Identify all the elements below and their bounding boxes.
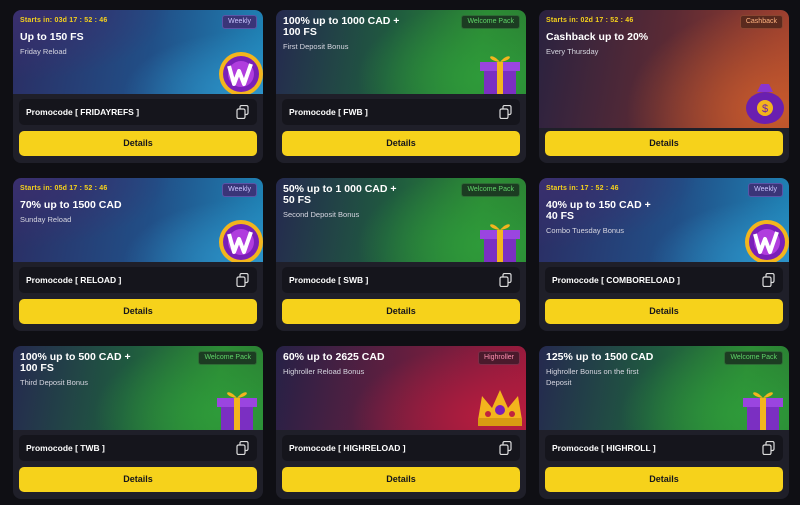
promocode-text: Promocode [ FRIDAYREFS ] bbox=[26, 107, 140, 117]
copy-icon[interactable] bbox=[762, 441, 775, 455]
promocode-text: Promocode [ SWB ] bbox=[289, 275, 369, 285]
wheel-icon bbox=[219, 52, 263, 94]
gift-icon bbox=[743, 392, 783, 430]
bonus-title: Up to 150 FS bbox=[20, 31, 84, 43]
details-button[interactable]: Details bbox=[545, 299, 783, 324]
countdown-timer: Starts in: 03d 17 : 52 : 46 bbox=[20, 17, 108, 24]
bonus-grid: Starts in: 03d 17 : 52 : 46 Weekly Up to… bbox=[0, 0, 800, 505]
bonus-title-line2: 40 FS bbox=[546, 210, 575, 222]
promocode-text: Promocode [ HIGHROLL ] bbox=[552, 443, 656, 453]
bonus-title: 60% up to 2625 CAD bbox=[283, 351, 385, 363]
bonus-card: Welcome Pack 100% up to 500 CAD + 100 FS… bbox=[13, 346, 263, 499]
category-badge: Weekly bbox=[222, 183, 257, 197]
promocode-text: Promocode [ HIGHRELOAD ] bbox=[289, 443, 406, 453]
details-button[interactable]: Details bbox=[19, 131, 257, 156]
bonus-card: Welcome Pack 100% up to 1000 CAD + 100 F… bbox=[276, 10, 526, 163]
promocode-text: Promocode [ RELOAD ] bbox=[26, 275, 122, 285]
bonus-card: Welcome Pack 50% up to 1 000 CAD + 50 FS… bbox=[276, 178, 526, 331]
copy-icon[interactable] bbox=[236, 273, 249, 287]
category-badge: Weekly bbox=[222, 15, 257, 29]
bonus-subtitle: Second Deposit Bonus bbox=[283, 210, 360, 219]
countdown-timer: Starts in: 02d 17 : 52 : 46 bbox=[546, 17, 634, 24]
svg-text:$: $ bbox=[762, 103, 768, 115]
details-button[interactable]: Details bbox=[545, 467, 783, 492]
bonus-subtitle: Combo Tuesday Bonus bbox=[546, 226, 624, 235]
details-button[interactable]: Details bbox=[282, 131, 520, 156]
bonus-subtitle: Highroller Reload Bonus bbox=[283, 367, 365, 376]
details-button[interactable]: Details bbox=[282, 467, 520, 492]
category-badge: Weekly bbox=[748, 183, 783, 197]
promocode-row[interactable]: Promocode [ HIGHROLL ] bbox=[545, 435, 783, 461]
card-banner: Highroller 60% up to 2625 CAD Highroller… bbox=[276, 346, 526, 430]
card-banner: Welcome Pack 100% up to 1000 CAD + 100 F… bbox=[276, 10, 526, 94]
card-banner: Welcome Pack 50% up to 1 000 CAD + 50 FS… bbox=[276, 178, 526, 262]
money-bag-icon: $ bbox=[746, 84, 784, 124]
details-button[interactable]: Details bbox=[545, 131, 783, 156]
countdown-timer: Starts in: 05d 17 : 52 : 46 bbox=[20, 185, 108, 192]
bonus-subtitle: Highroller Bonus on the first bbox=[546, 367, 639, 376]
promocode-text: Promocode [ TWB ] bbox=[26, 443, 105, 453]
promocode-row[interactable]: Promocode [ FRIDAYREFS ] bbox=[19, 99, 257, 125]
promocode-row[interactable]: Promocode [ SWB ] bbox=[282, 267, 520, 293]
category-badge: Welcome Pack bbox=[198, 351, 257, 365]
card-banner: Starts in: 05d 17 : 52 : 46 Weekly 70% u… bbox=[13, 178, 263, 262]
details-button[interactable]: Details bbox=[19, 467, 257, 492]
details-button[interactable]: Details bbox=[19, 299, 257, 324]
bonus-card: Starts in: 03d 17 : 52 : 46 Weekly Up to… bbox=[13, 10, 263, 163]
copy-icon[interactable] bbox=[499, 105, 512, 119]
card-banner: Starts in: 02d 17 : 52 : 46 Cashback Cas… bbox=[539, 10, 789, 128]
bonus-title-line2: 100 FS bbox=[283, 26, 317, 38]
copy-icon[interactable] bbox=[499, 441, 512, 455]
copy-icon[interactable] bbox=[762, 273, 775, 287]
category-badge: Cashback bbox=[739, 15, 783, 29]
bonus-title-line2: 50 FS bbox=[283, 194, 312, 206]
gift-icon bbox=[217, 392, 257, 430]
copy-icon[interactable] bbox=[499, 273, 512, 287]
category-badge: Welcome Pack bbox=[724, 351, 783, 365]
bonus-card: Starts in: 17 : 52 : 46 Weekly 40% up to… bbox=[539, 178, 789, 331]
wheel-icon bbox=[219, 220, 263, 262]
promocode-row[interactable]: Promocode [ HIGHRELOAD ] bbox=[282, 435, 520, 461]
bonus-title-line2: 100 FS bbox=[20, 362, 54, 374]
bonus-subtitle: Third Deposit Bonus bbox=[20, 378, 88, 387]
card-banner: Welcome Pack 125% up to 1500 CAD Highrol… bbox=[539, 346, 789, 430]
wheel-icon bbox=[745, 220, 789, 262]
bonus-subtitle: Sunday Reload bbox=[20, 215, 72, 224]
bonus-subtitle: Every Thursday bbox=[546, 47, 599, 56]
category-badge: Welcome Pack bbox=[461, 15, 520, 29]
category-badge: Highroller bbox=[478, 351, 520, 365]
bonus-subtitle-line2: Deposit bbox=[546, 378, 572, 387]
bonus-subtitle: First Deposit Bonus bbox=[283, 42, 349, 51]
bonus-card: Welcome Pack 125% up to 1500 CAD Highrol… bbox=[539, 346, 789, 499]
countdown-timer: Starts in: 17 : 52 : 46 bbox=[546, 185, 619, 192]
promocode-row[interactable]: Promocode [ FWB ] bbox=[282, 99, 520, 125]
promocode-row[interactable]: Promocode [ RELOAD ] bbox=[19, 267, 257, 293]
promocode-row[interactable]: Promocode [ COMBORELOAD ] bbox=[545, 267, 783, 293]
card-banner: Starts in: 17 : 52 : 46 Weekly 40% up to… bbox=[539, 178, 789, 262]
bonus-title: 70% up to 1500 CAD bbox=[20, 199, 122, 211]
bonus-card: Starts in: 05d 17 : 52 : 46 Weekly 70% u… bbox=[13, 178, 263, 331]
card-banner: Starts in: 03d 17 : 52 : 46 Weekly Up to… bbox=[13, 10, 263, 94]
promocode-text: Promocode [ FWB ] bbox=[289, 107, 368, 117]
copy-icon[interactable] bbox=[236, 105, 249, 119]
bonus-card: Starts in: 02d 17 : 52 : 46 Cashback Cas… bbox=[539, 10, 789, 163]
copy-icon[interactable] bbox=[236, 441, 249, 455]
gift-icon bbox=[480, 56, 520, 94]
promocode-row[interactable]: Promocode [ TWB ] bbox=[19, 435, 257, 461]
promocode-text: Promocode [ COMBORELOAD ] bbox=[552, 275, 680, 285]
bonus-card: Highroller 60% up to 2625 CAD Highroller… bbox=[276, 346, 526, 499]
card-banner: Welcome Pack 100% up to 500 CAD + 100 FS… bbox=[13, 346, 263, 430]
category-badge: Welcome Pack bbox=[461, 183, 520, 197]
bonus-subtitle: Friday Reload bbox=[20, 47, 67, 56]
crown-icon bbox=[478, 390, 522, 426]
bonus-title: 125% up to 1500 CAD bbox=[546, 351, 654, 363]
bonus-title: Cashback up to 20% bbox=[546, 31, 649, 43]
gift-icon bbox=[480, 224, 520, 262]
details-button[interactable]: Details bbox=[282, 299, 520, 324]
